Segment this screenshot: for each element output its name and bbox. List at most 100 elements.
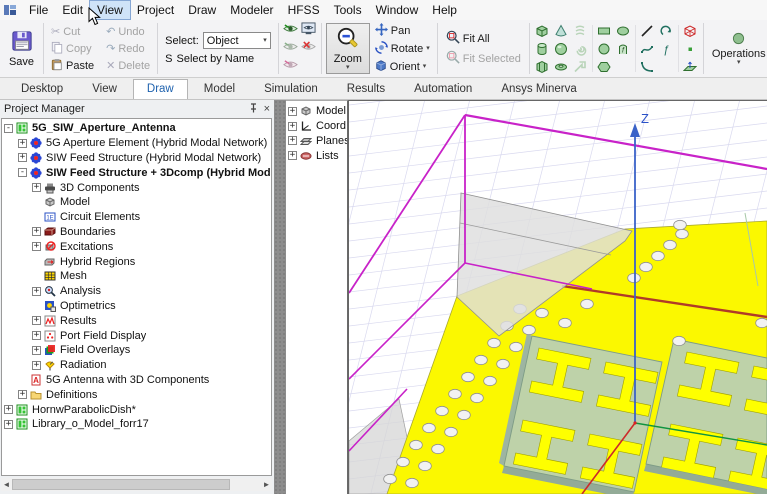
expand-icon[interactable]: +: [18, 390, 27, 399]
toggle-visibility-icon[interactable]: [283, 59, 298, 73]
horizontal-scrollbar[interactable]: ◄ ►: [1, 478, 272, 491]
undo-button[interactable]: ↶Undo: [104, 23, 152, 40]
draw-point-button[interactable]: [681, 40, 700, 57]
expand-icon[interactable]: +: [18, 153, 27, 162]
tab-results[interactable]: Results: [334, 80, 398, 99]
fit-selected-button[interactable]: Fit Selected: [444, 50, 523, 67]
menu-hfss[interactable]: HFSS: [281, 1, 327, 19]
show-on-monitor-icon[interactable]: [301, 22, 316, 38]
expand-icon[interactable]: +: [32, 242, 41, 251]
zoom-button[interactable]: Zoom ▾: [326, 23, 370, 74]
draw-plane-button[interactable]: [681, 58, 700, 75]
show-visible-icon[interactable]: [283, 23, 298, 37]
draw-circle-button[interactable]: [595, 40, 614, 57]
expand-icon[interactable]: +: [32, 227, 41, 236]
tab-simulation[interactable]: Simulation: [251, 80, 331, 99]
draw-sphere-button[interactable]: [552, 40, 571, 57]
draw-arc-button[interactable]: [638, 58, 657, 75]
draw-prism-button[interactable]: [533, 58, 552, 75]
tree-item-optimetrics[interactable]: Optimetrics: [2, 299, 271, 314]
tree-item-hybrid-regions[interactable]: Hybrid Regions: [2, 254, 271, 269]
cut-button[interactable]: ✂Cut: [49, 23, 96, 40]
delete-button[interactable]: ✕Delete: [104, 57, 152, 74]
menu-edit[interactable]: Edit: [55, 1, 90, 19]
tree-item-lists[interactable]: +Lists: [286, 148, 347, 163]
hide-all-icon[interactable]: [301, 41, 316, 55]
tree-item-coord[interactable]: +Coord: [286, 119, 347, 134]
expand-icon[interactable]: +: [32, 183, 41, 192]
tree-item-5g-siw-aperture-antenna[interactable]: -5G_SIW_Aperture_Antenna: [2, 121, 271, 136]
tree-item-boundaries[interactable]: +Boundaries: [2, 225, 271, 240]
collapse-icon[interactable]: -: [18, 168, 27, 177]
collapse-icon[interactable]: -: [4, 124, 13, 133]
tree-item-hornwparabolicdish[interactable]: +HornwParabolicDish*: [2, 402, 271, 417]
paste-button[interactable]: Paste: [49, 57, 96, 74]
draw-spline-button[interactable]: [638, 40, 657, 57]
draw-sweep-button[interactable]: [571, 58, 590, 75]
draw-torus-button[interactable]: [552, 58, 571, 75]
tree-item-circuit-elements[interactable]: 1ECircuit Elements: [2, 210, 271, 225]
scroll-left-icon[interactable]: ◄: [1, 480, 12, 489]
expand-icon[interactable]: +: [288, 151, 297, 160]
tab-automation[interactable]: Automation: [401, 80, 485, 99]
menu-help[interactable]: Help: [425, 1, 464, 19]
tree-item-planes[interactable]: +Planes: [286, 134, 347, 149]
tree-item-3d-components[interactable]: +3D Components: [2, 180, 271, 195]
draw-box-button[interactable]: [533, 22, 552, 39]
scrollbar-thumb[interactable]: [12, 479, 230, 490]
hide-visible-icon[interactable]: [283, 41, 298, 55]
select-mode-dropdown[interactable]: Object▾: [203, 32, 271, 49]
pan-button[interactable]: Pan: [373, 22, 432, 39]
expand-icon[interactable]: +: [4, 420, 13, 429]
tree-item-analysis[interactable]: +Analysis: [2, 284, 271, 299]
3d-modeler-viewport[interactable]: Z: [348, 100, 767, 494]
close-icon[interactable]: ×: [264, 103, 270, 115]
menu-window[interactable]: Window: [369, 1, 426, 19]
user-defined-model-button[interactable]: [681, 22, 700, 39]
menu-view[interactable]: View: [90, 1, 130, 19]
draw-equation-curve-button[interactable]: ƒ: [657, 40, 676, 57]
tree-item-excitations[interactable]: +Excitations: [2, 239, 271, 254]
save-button[interactable]: Save: [3, 21, 40, 76]
expand-icon[interactable]: +: [32, 346, 41, 355]
pin-icon[interactable]: [249, 103, 258, 116]
draw-surface-function-button[interactable]: f: [614, 40, 633, 57]
menu-draw[interactable]: Draw: [181, 1, 223, 19]
draw-cylinder-button[interactable]: [533, 40, 552, 57]
draw-rectangle-button[interactable]: [595, 22, 614, 39]
tab-view[interactable]: View: [79, 80, 130, 99]
expand-icon[interactable]: +: [32, 287, 41, 296]
draw-helix-button[interactable]: [571, 22, 590, 39]
panel-splitter[interactable]: [274, 100, 286, 494]
tree-item-results[interactable]: +Results: [2, 313, 271, 328]
3d-scene[interactable]: Z: [349, 101, 767, 494]
fit-all-button[interactable]: Fit All: [444, 30, 523, 47]
tree-item-port-field-display[interactable]: +Port Field Display: [2, 328, 271, 343]
rotate-button[interactable]: Rotate▾: [373, 40, 432, 57]
expand-icon[interactable]: +: [288, 107, 297, 116]
expand-icon[interactable]: +: [18, 139, 27, 148]
tree-item-5g-aperture-element-hybrid-modal-network[interactable]: +5G Aperture Element (Hybrid Modal Netwo…: [2, 136, 271, 151]
tab-model[interactable]: Model: [191, 80, 248, 99]
expand-icon[interactable]: +: [288, 136, 297, 145]
menu-tools[interactable]: Tools: [327, 1, 369, 19]
tree-item-model[interactable]: Model: [2, 195, 271, 210]
expand-icon[interactable]: +: [4, 405, 13, 414]
scroll-right-icon[interactable]: ►: [261, 480, 272, 489]
draw-regular-polygon-button[interactable]: [595, 58, 614, 75]
tree-item-radiation[interactable]: +Radiation: [2, 358, 271, 373]
draw-spiral-button[interactable]: [571, 40, 590, 57]
tree-item-siw-feed-structure-3dcomp-hybrid-modal-netw[interactable]: -SIW Feed Structure + 3Dcomp (Hybrid Mod…: [2, 165, 271, 180]
select-by-name-button[interactable]: S Select by Name: [165, 53, 271, 65]
tree-item-5g-antenna-with-3d-components[interactable]: A5G Antenna with 3D Components: [2, 373, 271, 388]
expand-icon[interactable]: +: [32, 331, 41, 340]
menu-project[interactable]: Project: [130, 1, 181, 19]
draw-3d-curve-button[interactable]: [657, 22, 676, 39]
orient-button[interactable]: Orient▾: [373, 58, 432, 75]
tab-desktop[interactable]: Desktop: [8, 80, 76, 99]
draw-cone-button[interactable]: [552, 22, 571, 39]
tab-draw[interactable]: Draw: [133, 79, 188, 99]
tree-item-definitions[interactable]: +Definitions: [2, 387, 271, 402]
tab-ansys-minerva[interactable]: Ansys Minerva: [488, 80, 589, 99]
tree-item-model[interactable]: +Model: [286, 104, 347, 119]
